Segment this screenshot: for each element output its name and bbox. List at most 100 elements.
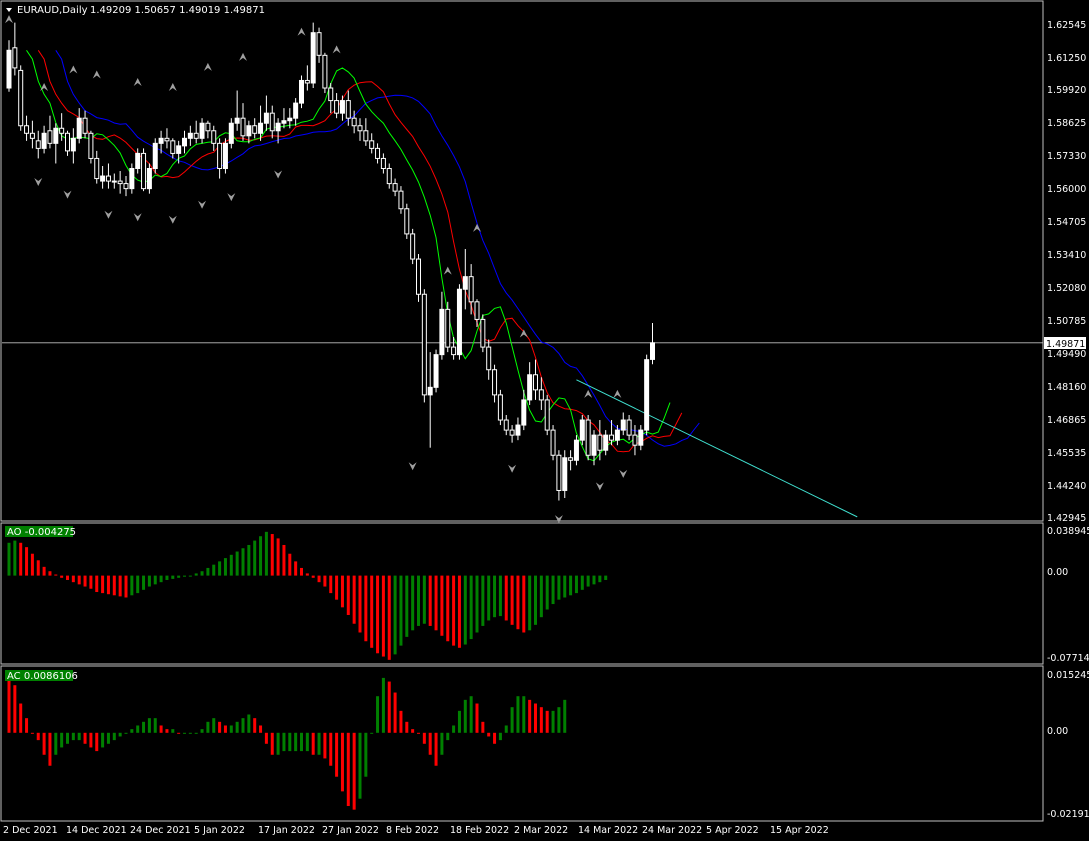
ac-bar-red	[7, 677, 11, 733]
time-label: 18 Feb 2022	[450, 825, 509, 836]
ac-bar-green	[124, 732, 128, 734]
ac-bar-green	[130, 729, 134, 733]
bull-candle-body	[614, 429, 620, 441]
bull-candle-body	[427, 386, 433, 396]
bear-candle-body	[18, 69, 24, 127]
bear-candle-body	[404, 208, 410, 235]
ao-bar-green	[580, 575, 584, 590]
bull-candle-body	[6, 49, 12, 89]
ao-bar-red	[504, 575, 508, 621]
bull-candle-body	[222, 142, 228, 170]
bull-candle-body	[521, 399, 527, 426]
price-tick: 1.53410	[1047, 250, 1086, 261]
ac-bar-green	[516, 696, 520, 733]
ac-bar-green	[457, 710, 461, 733]
bull-candle-body	[562, 457, 568, 491]
bear-candle-body	[82, 117, 88, 134]
ao-bar-red	[270, 534, 274, 576]
ao-bar-green	[165, 575, 169, 580]
bull-candle-body	[573, 439, 579, 461]
bear-candle-body	[123, 183, 129, 190]
ao-bar-red	[452, 575, 456, 646]
ac-bar-green	[557, 707, 561, 733]
ac-bar-red	[259, 725, 263, 733]
ac-bar-green	[60, 732, 64, 748]
bear-candle-body	[568, 457, 574, 461]
ac-bar-red	[25, 718, 29, 733]
bear-candle-body	[480, 318, 486, 348]
ac-bar-red	[428, 732, 432, 755]
ao-bar-green	[194, 573, 198, 576]
candle	[480, 314, 486, 353]
trading-chart[interactable]: EURAUD,Daily 1.49209 1.50657 1.49019 1.4…	[0, 0, 1089, 841]
ac-bar-red	[42, 732, 46, 755]
price-tick: 1.54705	[1047, 217, 1086, 228]
ac-bar-red	[528, 699, 532, 733]
ao-bar-green	[177, 575, 181, 578]
ao-bar-red	[311, 575, 315, 578]
ao-bar-green	[487, 575, 491, 621]
bear-candle-body	[35, 140, 41, 149]
ac-bar-green	[440, 732, 444, 755]
bull-candle-body	[158, 137, 164, 144]
ac-bar-red	[340, 732, 344, 792]
ac-bar-green	[106, 732, 110, 744]
ao-tick-top: 0.038945	[1047, 526, 1089, 537]
ac-bar-red	[335, 732, 339, 777]
bull-candle-body	[515, 424, 521, 436]
ao-bar-green	[586, 575, 590, 587]
ao-bar-red	[323, 575, 327, 587]
ac-bar-red	[89, 732, 93, 748]
ac-bar-red	[417, 732, 420, 734]
bear-candle-body	[468, 276, 474, 303]
ac-bar-green	[288, 732, 292, 752]
ao-bar-red	[124, 575, 128, 598]
ao-tick-zero: 0.00	[1047, 567, 1068, 578]
ac-bar-red	[393, 692, 397, 733]
bull-candle-body	[603, 434, 609, 451]
ac-bar-green	[66, 732, 69, 744]
ao-bar-green	[223, 558, 227, 576]
ao-bar-green	[200, 571, 204, 576]
price-tick: 1.59920	[1047, 85, 1086, 96]
ac-bar-red	[218, 721, 222, 733]
ac-bar-green	[147, 718, 151, 733]
candle	[550, 425, 556, 461]
ac-bar-green	[188, 732, 192, 734]
ac-bar-green	[452, 725, 456, 733]
bear-candle-body	[509, 429, 515, 436]
ao-bar-green	[592, 575, 596, 585]
bull-candle-body	[129, 168, 135, 190]
ao-tick-bottom: -0.077144	[1047, 653, 1089, 664]
candle	[152, 138, 158, 174]
price-tick: 1.46865	[1047, 415, 1086, 426]
ao-bar-green	[264, 531, 268, 576]
price-tick: 1.48160	[1047, 382, 1086, 393]
bull-candle-body	[53, 127, 59, 144]
ac-tick-top: 0.0152458	[1047, 670, 1089, 681]
price-tick: 1.58625	[1047, 118, 1086, 129]
ao-bar-red	[335, 575, 339, 600]
bear-candle-body	[398, 190, 404, 210]
ac-bar-red	[48, 732, 52, 766]
ac-bar-red	[475, 703, 479, 733]
ao-bar-red	[346, 575, 350, 615]
ac-bar-green	[381, 677, 385, 733]
ac-bar-green	[498, 732, 502, 741]
ac-bar-green	[235, 721, 239, 733]
ac-bar-green	[101, 732, 105, 748]
bear-candle-body	[88, 132, 94, 159]
ac-bar-green	[183, 732, 186, 734]
ao-bar-green	[469, 575, 473, 640]
candle	[18, 65, 24, 131]
bear-candle-body	[47, 130, 53, 144]
ao-bar-green	[206, 567, 210, 576]
price-tick: 1.56000	[1047, 184, 1086, 195]
ao-bar-green	[147, 575, 151, 587]
bull-candle-body	[275, 122, 281, 132]
bear-candle-body	[451, 346, 457, 356]
ac-bar-red	[422, 732, 426, 744]
ao-bar-red	[112, 575, 116, 596]
candle	[544, 394, 550, 436]
bull-candle-body	[620, 419, 626, 431]
